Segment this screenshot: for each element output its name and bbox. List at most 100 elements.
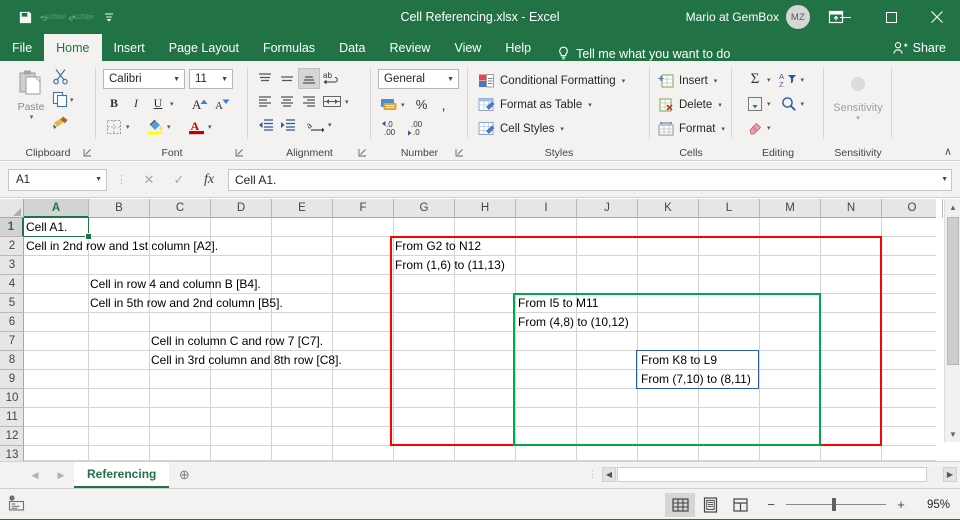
name-box[interactable]: A1 ▼ — [8, 169, 107, 191]
tab-review[interactable]: Review — [377, 34, 442, 61]
number-dialog-launcher[interactable] — [455, 148, 465, 158]
underline-button[interactable]: U — [147, 93, 169, 114]
horizontal-scrollbar-thumb[interactable] — [617, 467, 927, 482]
page-break-preview-button[interactable] — [725, 493, 755, 517]
font-name-input[interactable]: Calibri ▼ — [103, 69, 185, 89]
fill-button[interactable] — [744, 93, 766, 114]
column-header-M[interactable]: M — [760, 199, 821, 218]
formula-input[interactable]: Cell A1. — [228, 169, 952, 191]
page-layout-view-button[interactable] — [695, 493, 725, 517]
column-header-O[interactable]: O — [882, 199, 943, 218]
font-size-input[interactable]: 11 ▼ — [189, 69, 233, 89]
column-header-L[interactable]: L — [699, 199, 760, 218]
column-header-B[interactable]: B — [89, 199, 150, 218]
cut-button[interactable] — [52, 68, 69, 85]
cell-C7[interactable]: Cell in column C and row 7 [C7]. — [149, 332, 323, 351]
add-sheet-icon[interactable]: ⊕ — [169, 462, 199, 488]
cell-styles-button[interactable]: Cell Styles ▾ — [478, 118, 564, 140]
zoom-control[interactable]: − + 95% — [765, 497, 950, 512]
column-header-K[interactable]: K — [638, 199, 699, 218]
number-format-select[interactable]: General ▼ — [378, 69, 459, 89]
column-header-F[interactable]: F — [333, 199, 394, 218]
normal-view-button[interactable] — [665, 493, 695, 517]
cancel-entry-icon[interactable]: ✕ — [134, 169, 164, 191]
column-header-G[interactable]: G — [394, 199, 455, 218]
format-painter-button[interactable] — [52, 114, 70, 130]
conditional-formatting-button[interactable]: Conditional Formatting ▾ — [478, 70, 625, 92]
cell-A2[interactable]: Cell in 2nd row and 1st column [A2]. — [24, 237, 218, 256]
wrap-text-button[interactable]: ab — [320, 68, 346, 89]
increase-font-size-button[interactable]: A — [189, 93, 211, 114]
underline-caret-icon[interactable]: ▾ — [170, 100, 174, 108]
tab-home[interactable]: Home — [44, 34, 101, 61]
font-color-button[interactable]: A — [185, 116, 207, 137]
row-header-12[interactable]: 12 — [0, 427, 24, 446]
cell-area[interactable]: Cell A1. Cell in 2nd row and 1st column … — [24, 218, 936, 461]
column-header-I[interactable]: I — [516, 199, 577, 218]
tab-data[interactable]: Data — [327, 34, 377, 61]
column-header-A[interactable]: A — [24, 199, 89, 218]
next-sheet-icon[interactable]: ▶ — [48, 462, 74, 488]
horizontal-scrollbar[interactable]: ◀ ▶ — [602, 467, 957, 482]
confirm-entry-icon[interactable]: ✓ — [164, 169, 194, 191]
row-header-1[interactable]: 1 — [0, 218, 24, 237]
tab-formulas[interactable]: Formulas — [251, 34, 327, 61]
font-dialog-launcher[interactable] — [235, 148, 245, 158]
paste-button[interactable]: Paste ▾ — [8, 69, 54, 121]
sensitivity-button[interactable]: Sensitivity ▾ — [836, 73, 880, 122]
scroll-up-arrow-icon[interactable]: ▲ — [945, 199, 960, 215]
decrease-decimal-button[interactable]: .0.00 — [380, 117, 406, 138]
undo-icon[interactable]: \u25be — [40, 5, 66, 29]
tab-insert[interactable]: Insert — [102, 34, 157, 61]
avatar[interactable]: MZ — [786, 5, 810, 29]
row-header-8[interactable]: 8 — [0, 351, 24, 370]
insert-cells-caret-icon[interactable]: ▾ — [714, 77, 718, 85]
fill-color-button[interactable] — [144, 116, 166, 137]
sheet-tab-referencing[interactable]: Referencing — [74, 462, 169, 488]
paste-caret-icon[interactable]: ▾ — [30, 113, 34, 121]
autosum-caret-icon[interactable]: ▾ — [767, 76, 771, 84]
row-header-9[interactable]: 9 — [0, 370, 24, 389]
green-range-line1[interactable]: From I5 to M11 — [516, 294, 598, 313]
minimize-button[interactable] — [822, 0, 868, 34]
bottom-align-button[interactable] — [298, 68, 320, 89]
font-name-caret-icon[interactable]: ▼ — [173, 76, 180, 83]
delete-cells-button[interactable]: Delete ▾ — [658, 94, 722, 116]
name-box-caret-icon[interactable]: ▼ — [95, 176, 102, 183]
comma-style-button[interactable]: , — [433, 94, 455, 115]
cell-B5[interactable]: Cell in 5th row and 2nd column [B5]. — [88, 294, 283, 313]
find-and-select-button[interactable] — [778, 93, 800, 114]
format-cells-button[interactable]: Format ▾ — [658, 118, 725, 140]
row-header-4[interactable]: 4 — [0, 275, 24, 294]
row-header-5[interactable]: 5 — [0, 294, 24, 313]
merge-caret-icon[interactable]: ▾ — [345, 98, 349, 106]
tab-file[interactable]: File — [0, 34, 44, 61]
tell-me-box[interactable]: Tell me what you want to do — [543, 46, 730, 61]
orientation-button[interactable]: a — [305, 114, 327, 135]
row-header-10[interactable]: 10 — [0, 389, 24, 408]
tab-help[interactable]: Help — [493, 34, 543, 61]
zoom-level-label[interactable]: 95% — [916, 499, 950, 511]
column-header-H[interactable]: H — [455, 199, 516, 218]
align-left-button[interactable] — [254, 91, 276, 112]
sensitivity-caret-icon[interactable]: ▾ — [836, 114, 880, 122]
align-center-button[interactable] — [276, 91, 298, 112]
accounting-format-button[interactable] — [378, 94, 400, 115]
select-all-corner[interactable] — [0, 199, 24, 218]
copy-button[interactable]: ▾ — [52, 91, 74, 108]
scroll-down-arrow-icon[interactable]: ▼ — [945, 426, 960, 442]
cell-B4[interactable]: Cell in row 4 and column B [B4]. — [88, 275, 261, 294]
borders-button[interactable] — [103, 116, 125, 137]
borders-caret-icon[interactable]: ▾ — [126, 123, 130, 131]
italic-button[interactable]: I — [125, 93, 147, 114]
column-header-E[interactable]: E — [272, 199, 333, 218]
clear-caret-icon[interactable]: ▾ — [767, 124, 771, 132]
row-header-6[interactable]: 6 — [0, 313, 24, 332]
accessibility-icon[interactable] — [8, 495, 25, 514]
top-align-button[interactable] — [254, 68, 276, 89]
formula-bar-grip[interactable]: ⋮ — [116, 173, 127, 186]
expand-formula-bar-icon[interactable]: ▼ — [941, 176, 948, 183]
customize-quick-access-toolbar-icon[interactable] — [96, 5, 122, 29]
redo-icon[interactable]: \u25be — [68, 5, 94, 29]
active-cell-selection[interactable] — [24, 218, 89, 237]
